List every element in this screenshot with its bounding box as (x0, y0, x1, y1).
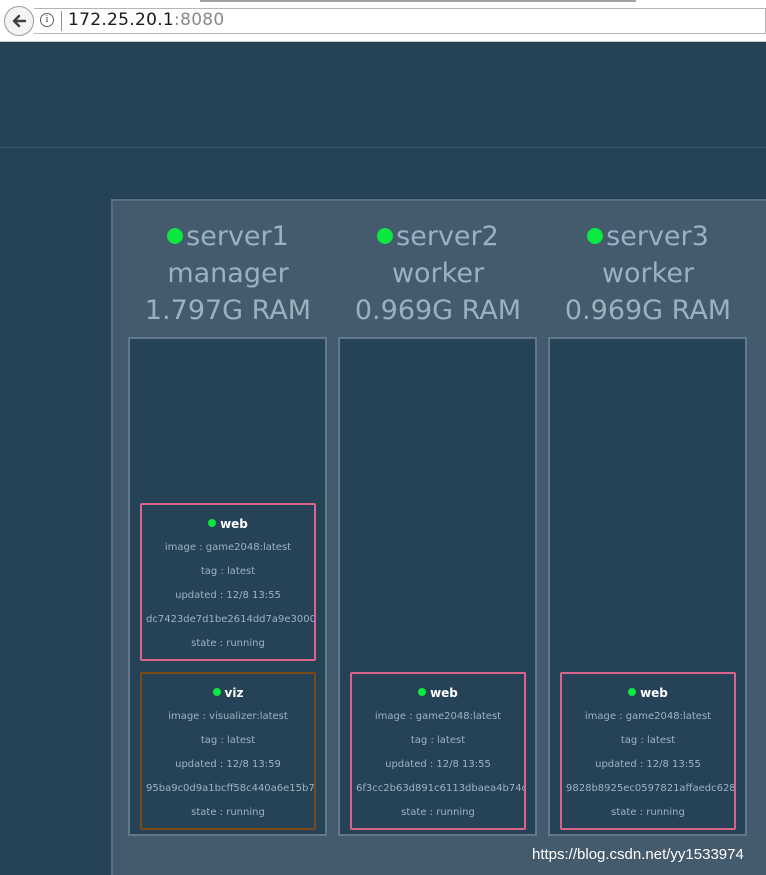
url-port: :8080 (174, 10, 225, 30)
task-updated: updated : 12/8 13:59 (175, 759, 281, 770)
node-header-server2: server2 worker 0.969G RAM (338, 218, 538, 329)
task-state: state : running (401, 807, 475, 818)
task-status-dot (418, 688, 427, 696)
address-bar: i 172.25.20.1:8080 (0, 0, 766, 42)
task-service: web (220, 517, 248, 531)
task-id: 9828b8925ec0597821affaedc6282 (566, 783, 736, 794)
task-title: web (142, 516, 314, 532)
watermark: https://blog.csdn.net/yy1533974 (532, 846, 744, 863)
url-text[interactable]: 172.25.20.1:8080 (68, 10, 225, 30)
node-name: server2 (396, 221, 499, 252)
task-card-web[interactable]: web image : game2048:latest tag : latest… (560, 672, 736, 830)
task-updated: updated : 12/8 13:55 (385, 759, 491, 770)
back-button[interactable] (4, 6, 34, 36)
task-image: image : game2048:latest (584, 711, 712, 722)
task-state: state : running (611, 807, 685, 818)
task-service: web (430, 686, 458, 700)
task-updated: updated : 12/8 13:55 (595, 759, 701, 770)
arrow-left-icon (12, 14, 27, 28)
task-title: viz (142, 685, 314, 701)
task-card-web[interactable]: web image : game2048:latest tag : latest… (350, 672, 526, 830)
node-header-server3: server3 worker 0.969G RAM (548, 218, 748, 329)
task-image: image : game2048:latest (164, 542, 292, 553)
node-role: manager (167, 258, 289, 289)
task-title: web (352, 685, 524, 701)
task-state: state : running (191, 807, 265, 818)
node-status-dot (167, 228, 184, 244)
node-ram: 0.969G RAM (564, 295, 732, 326)
task-status-dot (212, 688, 221, 696)
task-image: image : game2048:latest (374, 711, 502, 722)
task-card-web[interactable]: web image : game2048:latest tag : latest… (140, 503, 316, 661)
task-id: dc7423de7d1be2614dd7a9e3000c7 (146, 614, 316, 625)
task-state: state : running (191, 638, 265, 649)
tab-strip-edge (200, 0, 636, 2)
node-status-dot (377, 228, 394, 244)
node-role: worker (391, 258, 485, 289)
header-divider (0, 147, 766, 148)
task-service: web (640, 686, 668, 700)
task-status-dot (628, 688, 637, 696)
url-separator (61, 11, 62, 31)
task-card-viz[interactable]: viz image : visualizer:latest tag : late… (140, 672, 316, 830)
url-host: 172.25.20.1 (68, 10, 175, 30)
task-id: 95ba9c0d9a1bcff58c440a6e15b7d0 (146, 783, 316, 794)
task-service: viz (224, 686, 244, 700)
task-image: image : visualizer:latest (168, 711, 288, 722)
task-status-dot (208, 519, 217, 527)
node-ram: 1.797G RAM (144, 295, 312, 326)
task-tag: tag : latest (200, 566, 256, 577)
node-ram: 0.969G RAM (354, 295, 522, 326)
info-icon[interactable]: i (40, 13, 54, 27)
node-name: server1 (186, 221, 289, 252)
task-id: 6f3cc2b63d891c6113dbaea4b74d3 (356, 783, 526, 794)
node-status-dot (587, 228, 604, 244)
node-role: worker (601, 258, 695, 289)
node-name: server3 (606, 221, 709, 252)
task-updated: updated : 12/8 13:55 (175, 590, 281, 601)
node-header-server1: server1 manager 1.797G RAM (128, 218, 328, 329)
task-title: web (562, 685, 734, 701)
task-tag: tag : latest (410, 735, 466, 746)
task-tag: tag : latest (620, 735, 676, 746)
task-tag: tag : latest (200, 735, 256, 746)
